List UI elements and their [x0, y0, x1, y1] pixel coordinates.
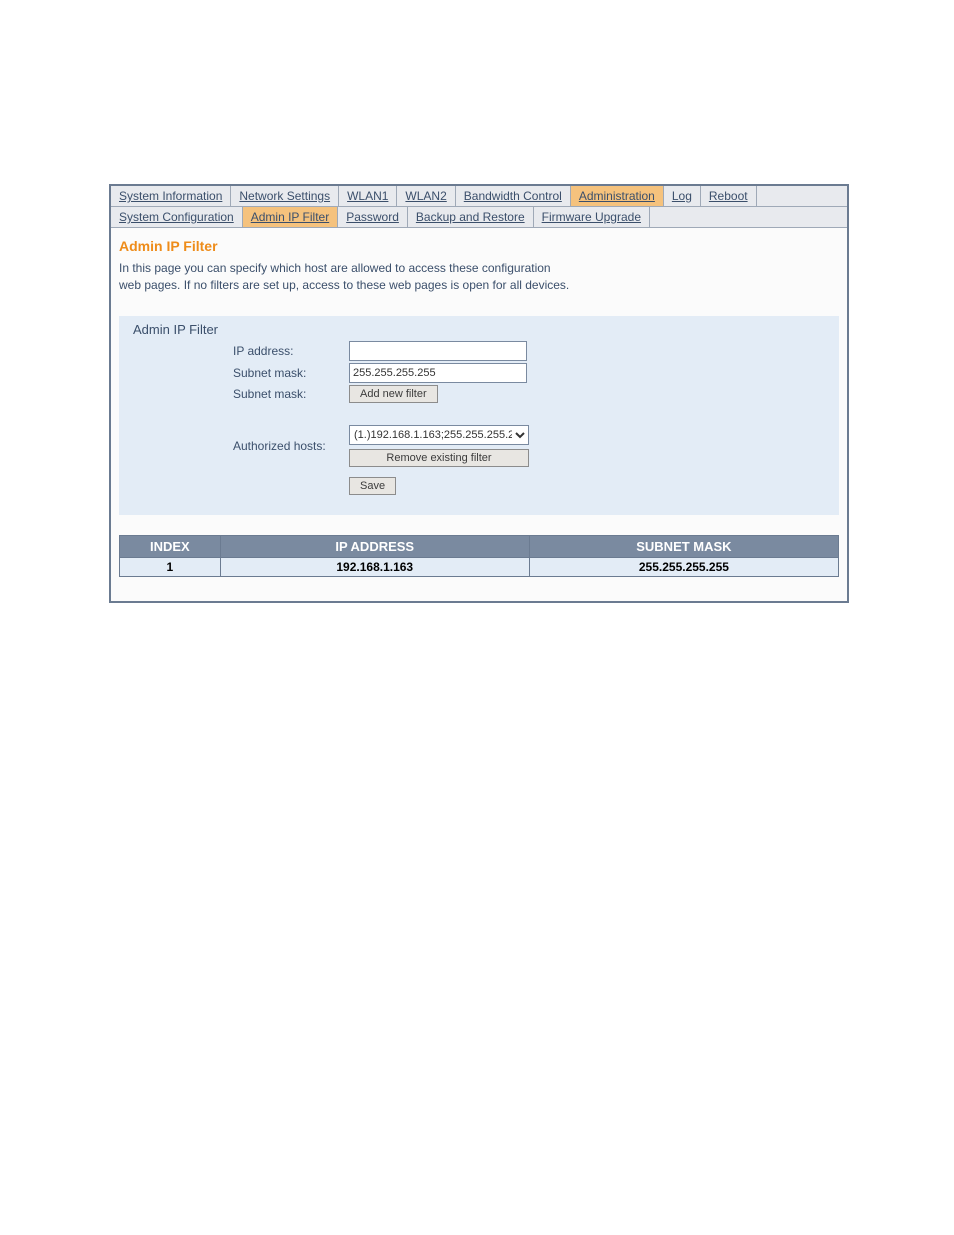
filter-table: INDEX IP ADDRESS SUBNET MASK 1 192.168.1…	[119, 535, 839, 577]
th-mask: SUBNET MASK	[529, 535, 838, 557]
main-tabs: System Information Network Settings WLAN…	[111, 186, 847, 207]
tab-system-information[interactable]: System Information	[111, 186, 231, 206]
desc-line2: web pages. If no filters are set up, acc…	[119, 278, 569, 292]
label-subnet-mask-1: Subnet mask:	[233, 364, 349, 382]
label-authorized-hosts: Authorized hosts:	[233, 437, 349, 455]
filter-form: Admin IP Filter IP address: Subnet mask:…	[119, 316, 839, 515]
cell-index: 1	[120, 557, 221, 576]
admin-panel: System Information Network Settings WLAN…	[109, 184, 849, 603]
subtab-password[interactable]: Password	[338, 207, 408, 227]
tabs-filler	[757, 186, 847, 206]
desc-line1: In this page you can specify which host …	[119, 261, 551, 275]
table-header-row: INDEX IP ADDRESS SUBNET MASK	[120, 535, 839, 557]
subtab-admin-ip-filter[interactable]: Admin IP Filter	[243, 207, 338, 227]
tab-bandwidth-control[interactable]: Bandwidth Control	[456, 186, 571, 206]
remove-existing-filter-button[interactable]: Remove existing filter	[349, 449, 529, 467]
th-index: INDEX	[120, 535, 221, 557]
sub-tabs: System Configuration Admin IP Filter Pas…	[111, 207, 847, 228]
label-ip-address: IP address:	[233, 342, 349, 360]
th-ip: IP ADDRESS	[220, 535, 529, 557]
label-subnet-mask-2: Subnet mask:	[233, 385, 349, 403]
cell-ip: 192.168.1.163	[220, 557, 529, 576]
add-new-filter-button[interactable]: Add new filter	[349, 385, 438, 403]
section-title: Admin IP Filter	[119, 238, 839, 254]
subtab-system-configuration[interactable]: System Configuration	[111, 207, 243, 227]
form-heading: Admin IP Filter	[133, 322, 829, 337]
tab-log[interactable]: Log	[664, 186, 701, 206]
subtab-firmware-upgrade[interactable]: Firmware Upgrade	[534, 207, 650, 227]
tab-wlan2[interactable]: WLAN2	[397, 186, 455, 206]
tab-reboot[interactable]: Reboot	[701, 186, 757, 206]
ip-address-input[interactable]	[349, 341, 527, 361]
tab-wlan1[interactable]: WLAN1	[339, 186, 397, 206]
subtab-backup-restore[interactable]: Backup and Restore	[408, 207, 534, 227]
section-description: In this page you can specify which host …	[119, 260, 839, 294]
content-area: Admin IP Filter In this page you can spe…	[111, 228, 847, 601]
subtabs-filler	[650, 207, 847, 227]
tab-network-settings[interactable]: Network Settings	[231, 186, 339, 206]
save-button[interactable]: Save	[349, 477, 396, 495]
subnet-mask-input[interactable]	[349, 363, 527, 383]
tab-administration[interactable]: Administration	[571, 186, 664, 206]
table-row: 1 192.168.1.163 255.255.255.255	[120, 557, 839, 576]
cell-mask: 255.255.255.255	[529, 557, 838, 576]
authorized-hosts-select[interactable]: (1.)192.168.1.163;255.255.255.255	[349, 425, 529, 445]
